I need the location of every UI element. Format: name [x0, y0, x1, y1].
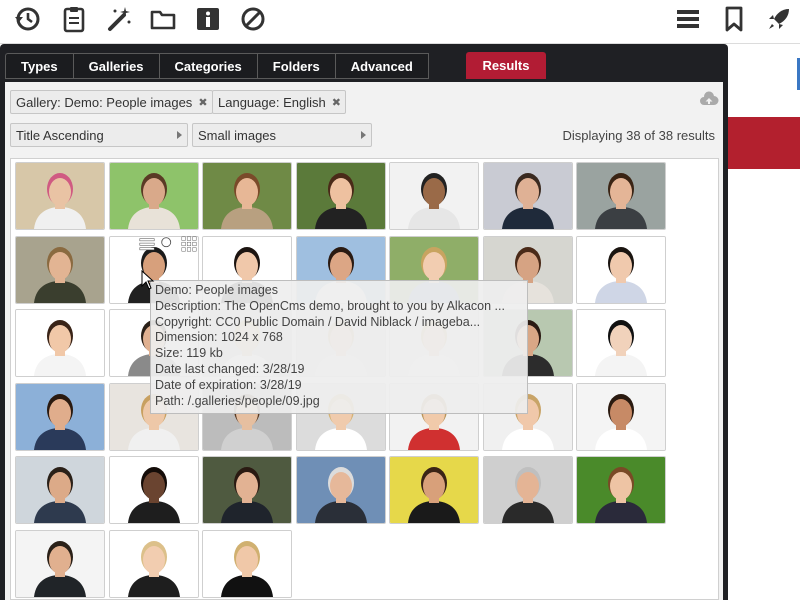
search-icon[interactable] [158, 234, 177, 254]
sort-select[interactable]: Title Ascending [10, 123, 188, 147]
rocket-icon[interactable] [762, 4, 796, 34]
portrait-image [203, 163, 291, 229]
image-thumbnail[interactable] [15, 456, 105, 524]
bookmark-icon[interactable] [717, 4, 751, 34]
image-thumbnail[interactable] [482, 456, 573, 524]
tab-categories[interactable]: Categories [158, 53, 257, 79]
list-icon[interactable] [137, 234, 156, 254]
portrait-image [390, 163, 478, 229]
size-select-value: Small images [198, 127, 277, 143]
portrait-image [390, 457, 478, 523]
image-thumbnail[interactable] [295, 162, 386, 230]
filter-chip-label: Language: English [218, 94, 326, 110]
image-thumbnail[interactable] [576, 162, 666, 230]
tooltip-dimension: Dimension: 1024 x 768 [155, 330, 283, 345]
tab-advanced[interactable]: Advanced [334, 53, 429, 79]
filter-chip-label: Gallery: Demo: People images [16, 94, 193, 110]
image-thumbnail[interactable] [108, 529, 199, 598]
sort-select-value: Title Ascending [16, 127, 104, 143]
portrait-image [577, 383, 665, 450]
portrait-image [577, 236, 665, 303]
top-toolbar [0, 0, 800, 44]
tooltip-date-expiration: Date of expiration: 3/28/19 [155, 377, 302, 392]
tooltip-copyright: Copyright: CC0 Public Domain / David Nib… [155, 314, 481, 329]
image-thumbnail[interactable] [389, 162, 479, 230]
remove-filter-icon[interactable]: ✖ [332, 96, 341, 109]
upload-icon[interactable] [699, 90, 719, 110]
tooltip-size: Size: 119 kb [155, 346, 223, 361]
portrait-image [16, 383, 104, 450]
tab-galleries[interactable]: Galleries [72, 53, 159, 79]
tab-results[interactable]: Results [466, 52, 546, 79]
portrait-image [109, 457, 198, 523]
tab-bar: Types Galleries Categories Folders Advan… [5, 53, 429, 79]
portrait-image [109, 163, 198, 229]
filter-chip-language: Language: English ✖ [212, 90, 346, 114]
portrait-image [296, 163, 385, 229]
portrait-image [16, 163, 104, 229]
image-thumbnail[interactable] [15, 382, 105, 451]
image-thumbnail[interactable] [576, 382, 666, 451]
image-thumbnail[interactable] [576, 309, 666, 377]
portrait-image [16, 236, 104, 303]
info-icon[interactable] [191, 4, 225, 34]
portrait-image [16, 457, 104, 523]
portrait-image [203, 530, 291, 597]
disable-icon[interactable] [236, 4, 270, 34]
image-thumbnail[interactable] [15, 529, 105, 598]
chevron-right-icon [177, 131, 182, 139]
history-icon[interactable] [10, 4, 44, 34]
portrait-image [483, 163, 572, 229]
tooltip-description: Description: The OpenCms demo, brought t… [155, 298, 505, 313]
thumbnail-actions [137, 234, 199, 256]
clipboard-icon[interactable] [57, 4, 91, 34]
remove-filter-icon[interactable]: ✖ [198, 96, 207, 109]
tab-types[interactable]: Types [5, 53, 73, 79]
image-thumbnail[interactable] [389, 456, 479, 524]
image-thumbnail[interactable] [108, 162, 199, 230]
size-select[interactable]: Small images [192, 123, 372, 147]
magic-wand-icon[interactable] [102, 4, 136, 34]
portrait-image [577, 457, 665, 523]
tooltip-title: Demo: People images [155, 283, 278, 297]
image-thumbnail[interactable] [576, 235, 666, 304]
folder-icon[interactable] [146, 4, 180, 34]
filter-chip-gallery: Gallery: Demo: People images ✖ [10, 90, 213, 114]
image-thumbnail[interactable] [15, 162, 105, 230]
result-count: Displaying 38 of 38 results [562, 128, 715, 143]
image-thumbnail[interactable] [15, 235, 105, 304]
portrait-image [16, 310, 104, 376]
image-thumbnail[interactable] [202, 529, 292, 598]
mouse-cursor-icon [141, 270, 155, 290]
portrait-image [483, 457, 572, 523]
portrait-image [296, 457, 385, 523]
menu-icon[interactable] [671, 4, 705, 34]
image-thumbnail[interactable] [295, 456, 386, 524]
tooltip-date-changed: Date last changed: 3/28/19 [155, 361, 305, 376]
portrait-image [16, 530, 104, 597]
portrait-image [577, 163, 665, 229]
portrait-image [203, 457, 291, 523]
tab-folders[interactable]: Folders [256, 53, 335, 79]
image-thumbnail[interactable] [108, 456, 199, 524]
image-thumbnail[interactable] [576, 456, 666, 524]
image-thumbnail[interactable] [202, 456, 292, 524]
image-thumbnail[interactable] [15, 309, 105, 377]
tooltip-path: Path: /.galleries/people/09.jpg [155, 393, 320, 408]
chevron-right-icon [361, 131, 366, 139]
image-info-tooltip: Demo: People images Description: The Ope… [150, 280, 528, 414]
image-thumbnail[interactable] [482, 162, 573, 230]
portrait-image [109, 530, 198, 597]
page-banner [728, 117, 800, 169]
grid-icon[interactable] [180, 234, 199, 254]
portrait-image [577, 310, 665, 376]
image-thumbnail[interactable] [202, 162, 292, 230]
